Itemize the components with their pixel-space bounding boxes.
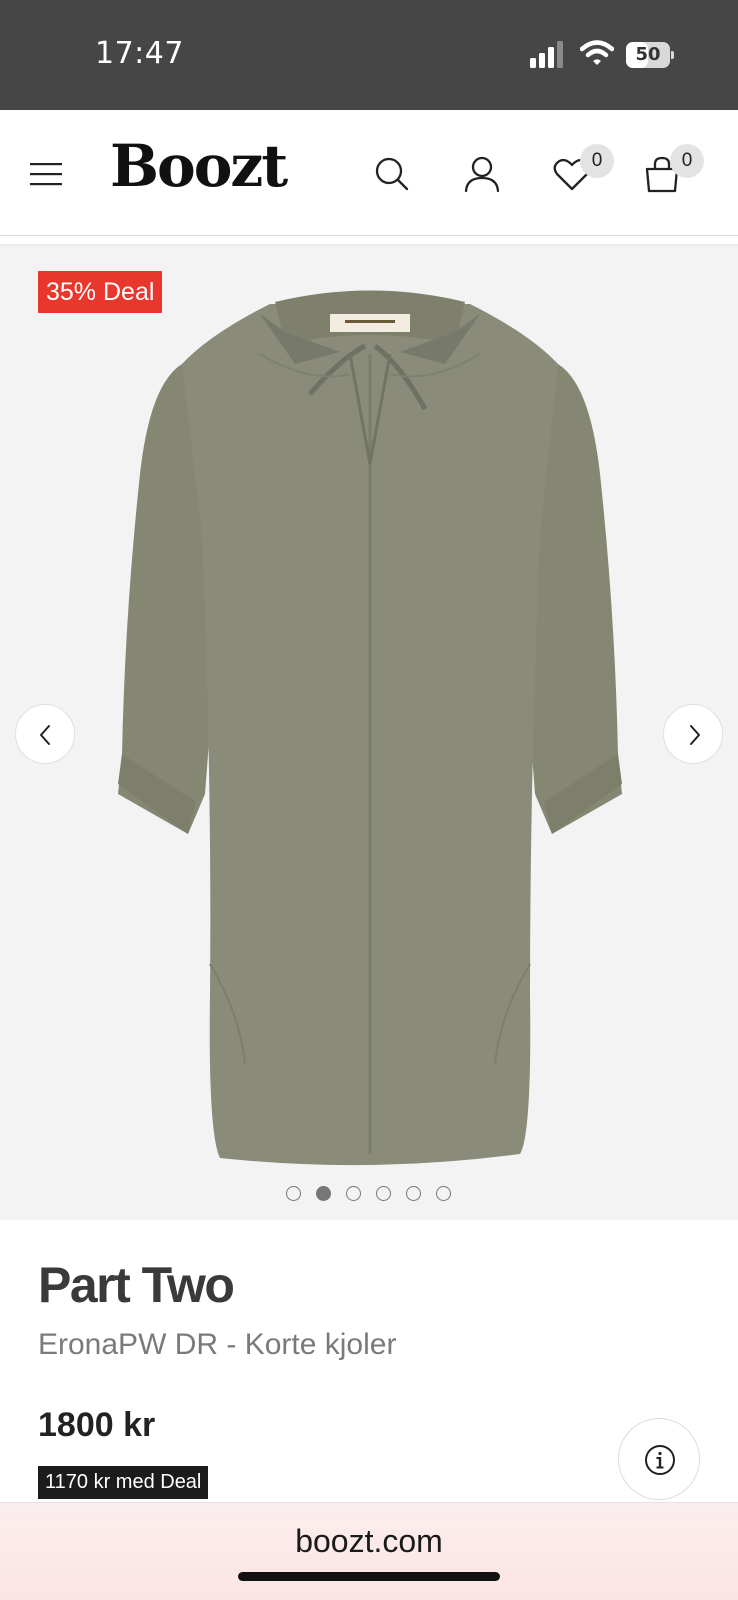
wishlist-count-badge: 0: [580, 144, 614, 178]
chevron-left-icon: [40, 725, 50, 745]
browser-url-bar[interactable]: boozt.com: [0, 1502, 738, 1600]
site-logo[interactable]: Boozt: [110, 132, 288, 200]
pagination-dot[interactable]: [376, 1186, 391, 1201]
battery-icon: 50: [626, 42, 674, 68]
previous-image-button[interactable]: [15, 704, 75, 764]
pagination-dot[interactable]: [286, 1186, 301, 1201]
pagination-dot[interactable]: [406, 1186, 421, 1201]
site-header: Boozt 0 0: [0, 110, 738, 236]
menu-icon[interactable]: [30, 162, 62, 186]
signal-icon: [530, 41, 563, 68]
url-text[interactable]: boozt.com: [0, 1523, 738, 1560]
search-icon[interactable]: [372, 154, 412, 194]
status-bar: 17:47 50: [0, 0, 738, 110]
product-image-gallery[interactable]: 35% Deal: [0, 246, 738, 1220]
chevron-right-icon: [690, 725, 700, 745]
wifi-icon: [580, 40, 614, 65]
battery-percent: 50: [635, 44, 661, 65]
pagination-dot[interactable]: [436, 1186, 451, 1201]
next-image-button[interactable]: [663, 704, 723, 764]
info-button[interactable]: [618, 1418, 700, 1500]
pagination-dot[interactable]: [316, 1186, 331, 1201]
deal-badge: 35% Deal: [38, 271, 163, 313]
product-price: 1800 kr: [38, 1406, 156, 1444]
deal-price-badge: 1170 kr med Deal: [38, 1466, 209, 1499]
product-name: EronaPW DR - Korte kjoler: [38, 1328, 397, 1361]
home-indicator[interactable]: [238, 1572, 500, 1581]
status-time: 17:47: [95, 36, 184, 71]
product-brand[interactable]: Part Two: [38, 1256, 235, 1314]
product-image[interactable]: [110, 274, 630, 1168]
pagination-dot[interactable]: [346, 1186, 361, 1201]
info-icon: [645, 1445, 675, 1475]
image-pagination: [286, 1186, 456, 1202]
cart-count-badge: 0: [670, 144, 704, 178]
user-icon[interactable]: [462, 154, 502, 194]
